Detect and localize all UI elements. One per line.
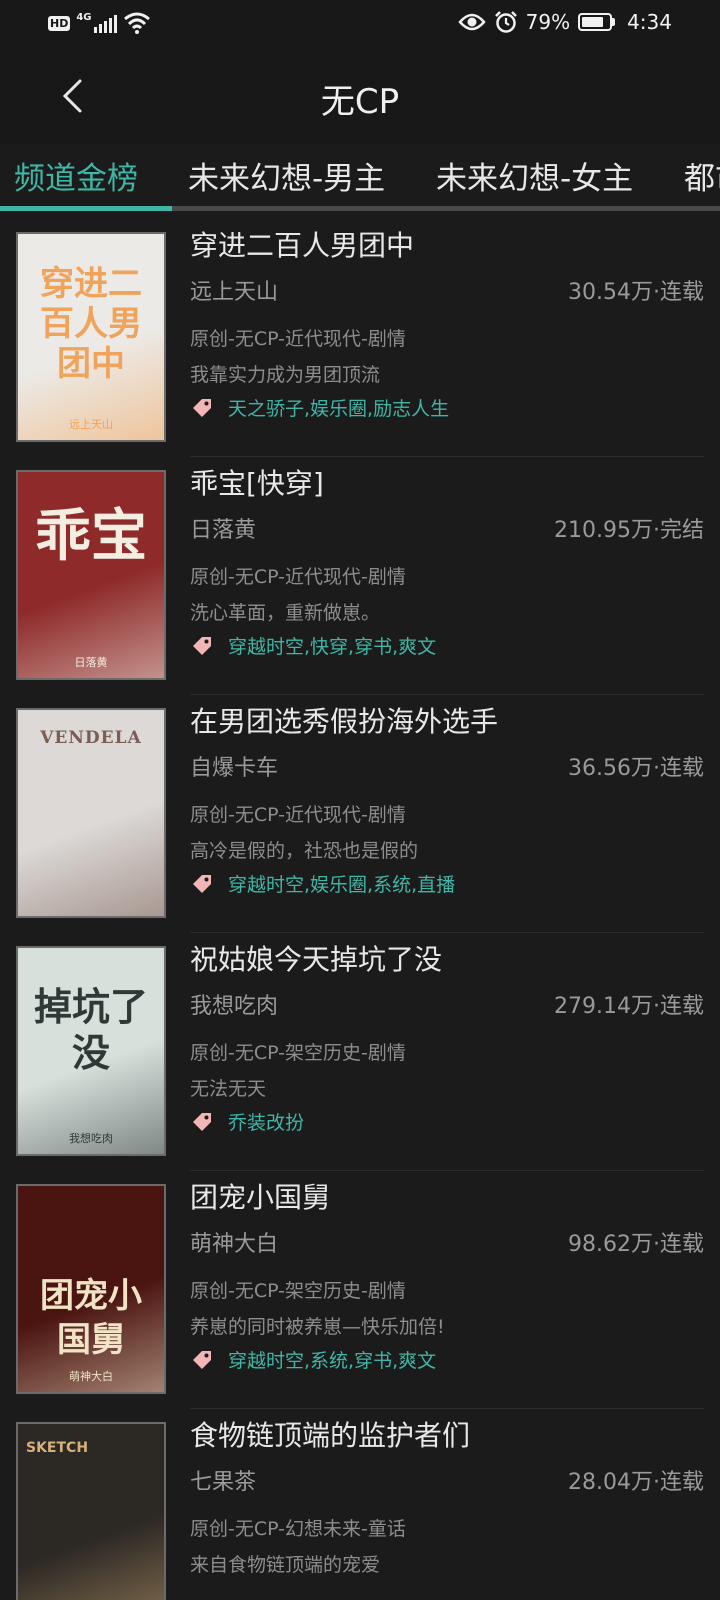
tag-list: 穿越时空,快穿,穿书,爽文 xyxy=(228,636,437,658)
book-item[interactable]: 团宠小国舅 萌神大白 团宠小国舅 萌神大白 98.62万·连载 原创-无CP-架… xyxy=(0,1166,720,1409)
status-left: HD 4G xyxy=(48,12,150,34)
book-cover[interactable]: 穿进二百人男团中 远上天山 xyxy=(16,232,166,442)
book-cover[interactable]: 乖宝 日落黄 xyxy=(16,470,166,680)
battery-fill xyxy=(582,17,604,27)
eye-icon xyxy=(457,13,486,31)
book-description: 我靠实力成为男团顶流 xyxy=(190,364,381,386)
tab-track xyxy=(172,206,720,211)
book-title[interactable]: 穿进二百人男团中 xyxy=(190,224,414,264)
book-author: 自爆卡车 xyxy=(190,756,279,781)
book-title[interactable]: 团宠小国舅 xyxy=(190,1176,330,1216)
active-tab-indicator xyxy=(0,206,172,211)
book-cover[interactable]: 掉坑了没 我想吃肉 xyxy=(16,946,166,1156)
tab-future-fantasy-male[interactable]: 未来幻想-男主 xyxy=(188,158,385,200)
book-item[interactable]: 乖宝 日落黄 乖宝[快穿] 日落黄 210.95万·完结 原创-无CP-近代现代… xyxy=(0,452,720,695)
book-author: 萌神大白 xyxy=(190,1232,279,1257)
book-stats: 210.95万·完结 xyxy=(554,518,704,543)
book-description: 来自食物链顶端的宠爱 xyxy=(190,1554,381,1576)
book-author: 远上天山 xyxy=(190,280,279,305)
book-description: 养崽的同时被养崽—快乐加倍! xyxy=(190,1316,445,1338)
alarm-icon xyxy=(494,11,517,33)
book-author: 日落黄 xyxy=(190,518,257,543)
book-item[interactable]: 掉坑了没 我想吃肉 祝姑娘今天掉坑了没 我想吃肉 279.14万·连载 原创-无… xyxy=(0,928,720,1171)
book-item[interactable]: SKETCH 食物链顶端的监护者们 七果茶 28.04万·连载 原创-无CP-幻… xyxy=(0,1404,720,1600)
book-description: 高冷是假的，社恐也是假的 xyxy=(190,840,419,862)
status-bar: HD 4G 79% 4:34 xyxy=(0,0,720,48)
tag-list: 天之骄子,娱乐圈,励志人生 xyxy=(228,398,450,420)
book-stats: 36.56万·连载 xyxy=(568,756,704,781)
tag-icon xyxy=(193,398,211,417)
book-category: 原创-无CP-近代现代-剧情 xyxy=(190,566,406,588)
book-title[interactable]: 食物链顶端的监护者们 xyxy=(190,1414,470,1454)
book-stats: 279.14万·连载 xyxy=(554,994,704,1019)
book-stats: 28.04万·连载 xyxy=(568,1470,704,1495)
cover-title: 穿进二百人男团中 xyxy=(40,264,142,384)
book-category: 原创-无CP-近代现代-剧情 xyxy=(190,328,406,350)
hd-badge: HD xyxy=(48,15,71,31)
clock: 4:34 xyxy=(627,10,672,34)
book-category: 原创-无CP-架空历史-剧情 xyxy=(190,1280,406,1302)
tag-icon xyxy=(193,874,211,893)
network-type: 4G xyxy=(76,12,92,23)
tab-channel-gold-list[interactable]: 频道金榜 xyxy=(14,158,138,200)
book-description: 洗心革面，重新做崽。 xyxy=(190,602,381,624)
tag-list: 穿越时空,系统,穿书,爽文 xyxy=(228,1350,437,1372)
book-item[interactable]: VENDELA 在男团选秀假扮海外选手 自爆卡车 36.56万·连载 原创-无C… xyxy=(0,690,720,933)
book-tags: 穿越时空,娱乐圈,系统,直播 xyxy=(190,870,455,897)
book-stats: 98.62万·连载 xyxy=(568,1232,704,1257)
tag-list: 穿越时空,娱乐圈,系统,直播 xyxy=(228,874,456,896)
cover-author: 远上天山 xyxy=(69,418,113,431)
channel-tabs: 频道金榜 未来幻想-男主 未来幻想-女主 都市 xyxy=(0,144,720,214)
book-category: 原创-无CP-架空历史-剧情 xyxy=(190,1042,406,1064)
page-title: 无CP xyxy=(320,82,400,122)
book-tags: 天之骄子,娱乐圈,励志人生 xyxy=(190,394,449,421)
status-right: 79% 4:34 xyxy=(457,10,672,34)
battery-percent: 79% xyxy=(525,10,571,34)
tag-icon xyxy=(193,636,211,655)
book-title[interactable]: 在男团选秀假扮海外选手 xyxy=(190,700,498,740)
book-cover[interactable]: VENDELA xyxy=(16,708,166,918)
book-tags: 穿越时空,系统,穿书,爽文 xyxy=(190,1346,436,1373)
wifi-icon xyxy=(123,12,150,34)
book-category: 原创-无CP-幻想未来-童话 xyxy=(190,1518,406,1540)
book-cover[interactable]: 团宠小国舅 萌神大白 xyxy=(16,1184,166,1394)
book-item[interactable]: 穿进二百人男团中 远上天山 穿进二百人男团中 远上天山 30.54万·连载 原创… xyxy=(0,214,720,457)
book-title[interactable]: 祝姑娘今天掉坑了没 xyxy=(190,938,442,978)
book-title[interactable]: 乖宝[快穿] xyxy=(190,462,324,502)
cover-author: 日落黄 xyxy=(74,656,108,669)
cover-title: 团宠小国舅 xyxy=(40,1276,142,1360)
book-author: 我想吃肉 xyxy=(190,994,279,1019)
book-stats: 30.54万·连载 xyxy=(568,280,704,305)
battery-icon xyxy=(578,13,616,31)
cover-title: SKETCH xyxy=(26,1440,89,1456)
cover-title: VENDELA xyxy=(40,728,142,748)
tab-urban[interactable]: 都市 xyxy=(684,158,720,200)
cover-author: 萌神大白 xyxy=(69,1370,113,1383)
tag-list: 乔装改扮 xyxy=(228,1112,305,1134)
cover-author: 我想吃肉 xyxy=(69,1132,113,1145)
cover-title: 掉坑了没 xyxy=(33,985,148,1075)
signal-icon: 4G xyxy=(76,13,117,33)
book-cover[interactable]: SKETCH xyxy=(16,1422,166,1600)
book-category: 原创-无CP-近代现代-剧情 xyxy=(190,804,406,826)
book-tags: 穿越时空,快穿,穿书,爽文 xyxy=(190,632,436,659)
book-tags: 乔装改扮 xyxy=(190,1108,304,1135)
tab-future-fantasy-female[interactable]: 未来幻想-女主 xyxy=(436,158,633,200)
cover-title: 乖宝 xyxy=(35,504,147,569)
tag-icon xyxy=(193,1350,211,1369)
tag-icon xyxy=(193,1112,211,1131)
book-author: 七果茶 xyxy=(190,1470,257,1495)
book-description: 无法无天 xyxy=(190,1078,267,1100)
top-app-bar: 无CP xyxy=(0,48,720,144)
